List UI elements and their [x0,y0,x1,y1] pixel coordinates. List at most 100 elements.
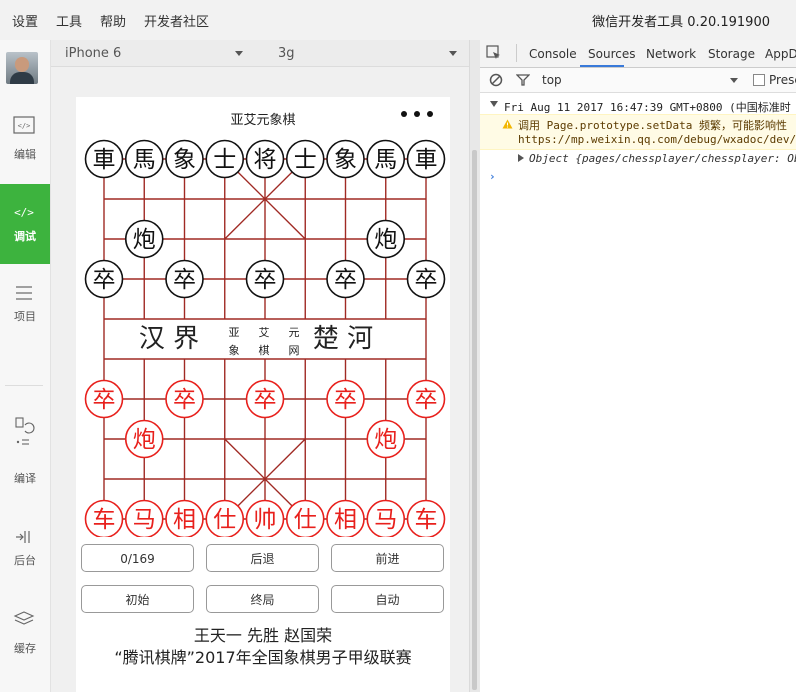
sidebar-item-debug[interactable]: </> 调试 [0,184,50,264]
move-counter-button[interactable]: 0/169 [81,544,194,572]
red-piece[interactable]: 仕 [205,499,245,538]
context-select[interactable]: top [542,73,562,87]
menu-bar: 设置 工具 帮助 开发者社区 微信开发者工具 0.20.191900 [0,0,796,40]
end-button[interactable]: 终局 [206,585,319,613]
svg-text:</>: </> [18,122,31,130]
sidebar-divider [5,385,43,386]
auto-button[interactable]: 自动 [331,585,444,613]
expand-arrow-icon[interactable] [490,101,498,107]
tab-storage[interactable]: Storage [708,47,755,61]
black-piece[interactable]: 卒 [406,259,446,299]
river-mid-char: 象 [229,344,240,357]
piece-label: 卒 [334,267,357,293]
black-piece[interactable]: 士 [205,139,245,179]
river-text: 汉 界 楚 河 亚 艾 元 象 棋 网 [139,324,373,357]
sidebar: </> 编辑 </> 调试 项目 编译 后台 缓存 [0,40,51,692]
scrollbar[interactable] [469,40,480,692]
red-piece[interactable]: 相 [326,499,365,538]
console-group-header[interactable]: Fri Aug 11 2017 16:47:39 GMT+0800 (中国标准时 [480,98,796,114]
red-piece[interactable]: 马 [124,499,164,538]
menu-settings[interactable]: 设置 [12,11,38,30]
river-right-text: 楚 河 [313,324,373,354]
black-piece[interactable]: 卒 [165,259,204,299]
red-piece[interactable]: 卒 [406,379,446,419]
black-piece[interactable]: 象 [165,139,204,179]
sidebar-item-compile[interactable]: 编译 [0,410,50,490]
chevron-down-icon[interactable] [449,51,457,56]
device-select[interactable]: iPhone 6 [65,46,121,61]
black-piece[interactable]: 馬 [366,139,406,179]
piece-label: 卒 [254,267,277,293]
red-piece[interactable]: 炮 [366,419,406,459]
black-piece[interactable]: 車 [84,139,124,179]
red-piece[interactable]: 仕 [285,499,325,538]
tab-appdata[interactable]: AppD [765,47,796,61]
back-button[interactable]: 后退 [206,544,319,572]
red-piece[interactable]: 马 [366,499,406,538]
red-piece[interactable]: 车 [406,499,446,538]
red-piece[interactable]: 车 [84,499,124,538]
river-mid-char: 棋 [259,343,270,357]
black-piece[interactable]: 炮 [366,219,406,259]
tab-network[interactable]: Network [646,47,696,61]
expand-arrow-icon[interactable] [518,154,524,162]
piece-label: 卒 [334,387,357,413]
red-piece[interactable]: 帅 [245,499,285,538]
river-left-text: 汉 界 [139,324,199,354]
console-prompt[interactable]: › [480,170,796,186]
avatar[interactable] [6,52,38,84]
tab-sources[interactable]: Sources [588,47,635,61]
warning-link[interactable]: https://mp.weixin.qq.com/debug/wxadoc/de… [518,133,796,146]
tab-console[interactable]: Console [529,47,577,61]
river-mid-char: 元 [289,326,300,339]
red-piece[interactable]: 炮 [124,419,164,459]
chevron-down-icon[interactable] [730,78,738,83]
scrollbar-thumb[interactable] [472,150,477,690]
log-timestamp: Fri Aug 11 2017 16:47:39 GMT+0800 (中国标准时 [504,101,791,114]
menu-developer-community[interactable]: 开发者社区 [144,11,209,30]
black-piece[interactable]: 士 [285,139,325,179]
piece-label: 炮 [374,427,397,453]
preserve-log-checkbox[interactable] [753,74,765,86]
start-button[interactable]: 初始 [81,585,194,613]
piece-label: 車 [93,147,116,173]
forward-button[interactable]: 前进 [331,544,444,572]
sidebar-item-edit[interactable]: </> 编辑 [0,104,50,184]
red-piece[interactable]: 卒 [326,379,365,419]
sidebar-item-label: 调试 [14,230,36,243]
black-piece[interactable]: 車 [406,139,446,179]
red-piece[interactable]: 卒 [245,379,285,419]
black-piece[interactable]: 馬 [124,139,164,179]
game-event: “腾讯棋牌”2017年全国象棋男子甲级联赛 [114,648,412,667]
black-piece[interactable]: 将 [245,139,285,179]
red-piece[interactable]: 卒 [165,379,204,419]
inspect-icon[interactable] [486,45,502,61]
sidebar-item-project[interactable]: 项目 [0,266,50,346]
black-piece[interactable]: 炮 [124,219,164,259]
chevron-down-icon[interactable] [235,51,243,56]
menu-tools[interactable]: 工具 [56,11,82,30]
chess-board[interactable]: 汉 界 楚 河 亚 艾 元 象 棋 网 車馬象士将士象馬車炮 炮卒卒卒卒卒卒卒卒卒… [76,97,450,537]
piece-label: 士 [294,147,317,173]
piece-label: 马 [374,507,397,533]
active-tab-indicator [580,65,624,67]
console-object[interactable]: Object {pages/chessplayer/chessplayer: O… [480,150,796,168]
piece-label: 仕 [294,507,317,533]
sidebar-item-background[interactable]: 后台 [0,510,50,590]
black-piece[interactable]: 象 [326,139,365,179]
piece-label: 车 [93,507,116,533]
black-piece[interactable]: 卒 [245,259,285,299]
clear-console-icon[interactable] [489,73,503,87]
red-piece[interactable]: 相 [165,499,204,538]
filter-icon[interactable] [516,73,530,87]
piece-label: 帅 [254,507,277,533]
black-piece[interactable]: 卒 [84,259,124,299]
piece-label: 卒 [254,387,277,413]
black-piece[interactable]: 卒 [326,259,365,299]
red-piece[interactable]: 卒 [84,379,124,419]
network-select[interactable]: 3g [278,46,295,61]
menu-help[interactable]: 帮助 [100,11,126,30]
piece-label: 相 [334,507,357,533]
sidebar-item-cache[interactable]: 缓存 [0,600,50,680]
piece-label: 车 [415,507,438,533]
